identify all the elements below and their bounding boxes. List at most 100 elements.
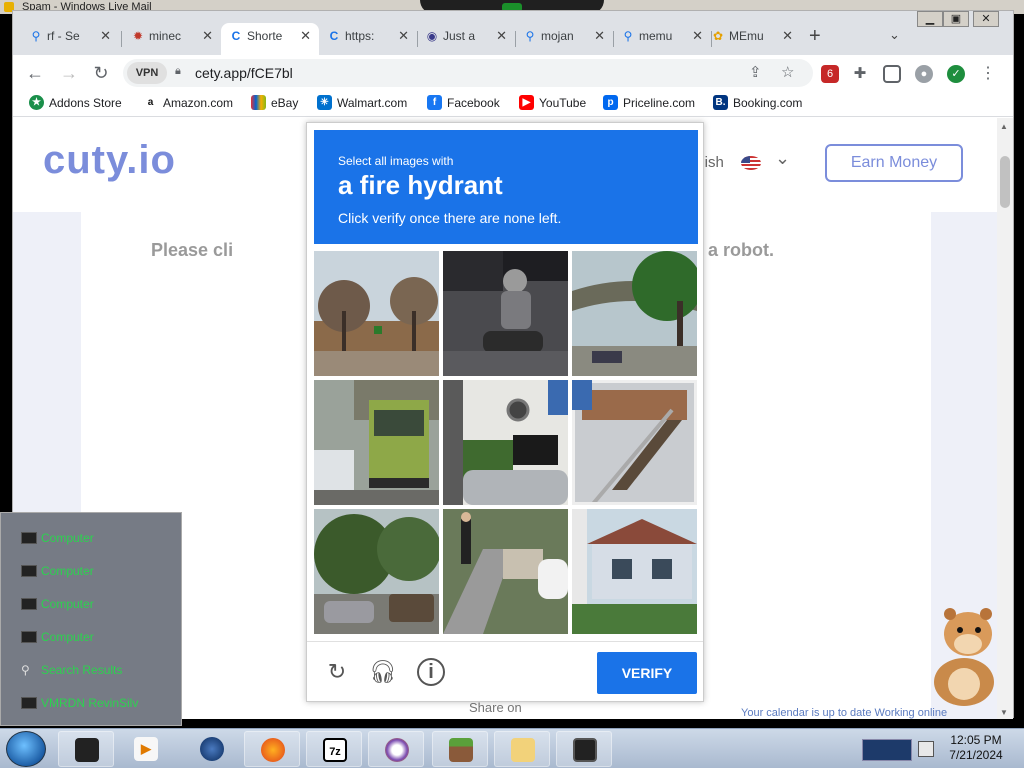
side-panel-icon[interactable]	[883, 65, 901, 83]
captcha-tile-green-truck[interactable]	[314, 380, 439, 505]
clock[interactable]: 12:05 PM 7/21/2024	[936, 733, 1016, 765]
scroll-down-icon[interactable]: ▼	[1000, 708, 1008, 717]
tab-6[interactable]: ⚲ memu ✕	[613, 23, 711, 55]
taskbar-app-computer[interactable]	[58, 731, 114, 767]
maximize-button[interactable]: ▣	[943, 11, 969, 27]
tab-4[interactable]: ◉ Just a ✕	[417, 23, 515, 55]
bookmark-youtube[interactable]: ▶ YouTube	[519, 95, 586, 111]
taskbar-app-minecraft[interactable]	[432, 731, 488, 767]
booking-icon: B.	[713, 95, 728, 110]
bookmark-star-icon[interactable]: ☆	[781, 63, 794, 81]
extensions-puzzle-icon[interactable]: ✚	[851, 65, 869, 83]
tab-search-chevron-icon[interactable]: ⌄	[889, 27, 900, 43]
minimize-button[interactable]: ▁	[917, 11, 943, 27]
captcha-tile-house-porch[interactable]	[572, 509, 697, 634]
us-flag-icon[interactable]	[741, 156, 761, 170]
gadget-item[interactable]: Computer	[21, 628, 94, 646]
bookmark-ebay[interactable]: eBay	[251, 95, 298, 111]
tab-0[interactable]: ⚲ rf - Se ✕	[21, 23, 119, 55]
taskbar-app-7z[interactable]: 7z	[306, 731, 362, 767]
bookmark-walmart[interactable]: ✳ Walmart.com	[317, 95, 407, 111]
profile-icon[interactable]: ●	[915, 65, 933, 83]
share-icon[interactable]: ⇪	[749, 63, 762, 81]
shield-icon[interactable]: ✓	[947, 65, 965, 83]
captcha-tile-street-trees[interactable]	[314, 251, 439, 376]
reload-icon[interactable]: ↻	[89, 61, 113, 85]
new-tab-button[interactable]: +	[809, 25, 821, 48]
start-button[interactable]	[6, 731, 46, 767]
close-icon[interactable]: ✕	[100, 23, 111, 49]
scroll-up-icon[interactable]: ▲	[1000, 122, 1008, 131]
system-tray[interactable]	[856, 731, 936, 767]
firefox-icon	[261, 738, 285, 762]
bookmarks-bar: ★ Addons Store a Amazon.com eBay ✳ Walmart.…	[13, 91, 1013, 117]
address-bar[interactable]: VPN 🔒︎ cety.app/fCE7bl ⇪ ☆	[123, 59, 813, 87]
ublock-icon[interactable]: 6	[821, 65, 839, 83]
captcha-tile-escalator-stairs[interactable]	[572, 380, 697, 505]
tab-label: mojan	[541, 29, 574, 43]
taskbar-app-media-player[interactable]: ▶	[118, 731, 174, 767]
network-icon[interactable]	[918, 741, 934, 757]
forward-arrow-icon[interactable]: →	[57, 61, 81, 85]
tor-icon	[385, 738, 409, 762]
headphones-icon[interactable]: 🎧︎	[369, 658, 397, 686]
info-icon[interactable]: i	[417, 658, 445, 686]
url-text[interactable]: cety.app/fCE7bl	[195, 65, 293, 81]
captcha-tile-pedestrian-sidewalk[interactable]	[443, 509, 568, 634]
refresh-icon[interactable]: ↻	[323, 658, 351, 686]
tray-app-icon[interactable]	[862, 739, 912, 761]
hamster-mascot	[920, 604, 1006, 708]
back-arrow-icon[interactable]: ←	[23, 61, 47, 85]
close-icon[interactable]: ✕	[782, 23, 793, 49]
scrollbar-thumb[interactable]	[1000, 156, 1010, 208]
tab-1[interactable]: ✹ minec ✕	[123, 23, 221, 55]
captcha-tile-tree-overpass[interactable]	[572, 251, 697, 376]
earn-money-button[interactable]: Earn Money	[825, 144, 963, 182]
tab-3[interactable]: C https: ✕	[319, 23, 417, 55]
vpn-badge[interactable]: VPN	[127, 62, 167, 84]
tab-label: https:	[345, 29, 375, 43]
captcha-tile-parked-motorcycle[interactable]	[443, 380, 568, 505]
close-icon[interactable]: ✕	[496, 23, 507, 49]
cuty-icon: C	[329, 29, 339, 43]
tab-7[interactable]: ✿ MEmu ✕	[703, 23, 801, 55]
bookmark-priceline[interactable]: p Priceline.com	[603, 95, 695, 111]
close-icon[interactable]: ✕	[692, 23, 703, 49]
tab-2[interactable]: C Shorte ✕	[221, 23, 319, 55]
not-robot-text: t a robot.	[697, 240, 774, 260]
bookmark-facebook[interactable]: f Facebook	[427, 95, 500, 111]
bookmark-addons-store[interactable]: ★ Addons Store	[29, 95, 122, 111]
captcha-tile-motorcycle-rider[interactable]	[443, 251, 568, 376]
hamster-icon	[934, 608, 994, 706]
taskbar-app-globe[interactable]	[184, 731, 240, 767]
monitor-icon	[21, 532, 37, 544]
close-icon[interactable]: ✕	[398, 23, 409, 49]
verify-button[interactable]: VERIFY	[597, 652, 697, 694]
gadget-item[interactable]: Computer	[21, 529, 94, 547]
taskbar-app-mail[interactable]	[494, 731, 550, 767]
site-logo[interactable]: cuty.io	[43, 138, 176, 183]
media-player-icon: ▶	[134, 737, 158, 761]
tab-5[interactable]: ⚲ mojan ✕	[515, 23, 613, 55]
bookmark-amazon[interactable]: a Amazon.com	[143, 95, 233, 111]
lock-icon[interactable]: 🔒︎	[175, 65, 187, 79]
chevron-down-icon[interactable]: ⌄	[775, 148, 790, 169]
desktop: Spam - Windows Live Mail ⚲ rf - Se ✕ ✹ m…	[0, 0, 1024, 768]
close-icon[interactable]: ✕	[594, 23, 605, 49]
share-on-text: Share on	[469, 700, 522, 715]
gadget-item[interactable]: Computer	[21, 595, 94, 613]
close-icon[interactable]: ✕	[300, 23, 311, 49]
menu-icon[interactable]: ⋮	[979, 65, 997, 83]
gadget-item[interactable]: Computer	[21, 562, 94, 580]
bookmark-booking[interactable]: B. Booking.com	[713, 95, 802, 111]
gadget-item[interactable]: ⚲ Search Results	[21, 661, 122, 679]
gadget-item[interactable]: VMRDN RevinSilv	[21, 694, 138, 712]
close-icon[interactable]: ✕	[202, 23, 213, 49]
taskbar-app-tor-browser[interactable]	[368, 731, 424, 767]
close-window-button[interactable]: ✕	[973, 11, 999, 27]
magnifier-icon: ⚲	[21, 663, 30, 677]
taskbar-app-monitor[interactable]	[556, 731, 612, 767]
captcha-tile-street-trees-cars[interactable]	[314, 509, 439, 634]
search-icon: ⚲	[525, 29, 535, 43]
taskbar-app-firefox[interactable]	[244, 731, 300, 767]
